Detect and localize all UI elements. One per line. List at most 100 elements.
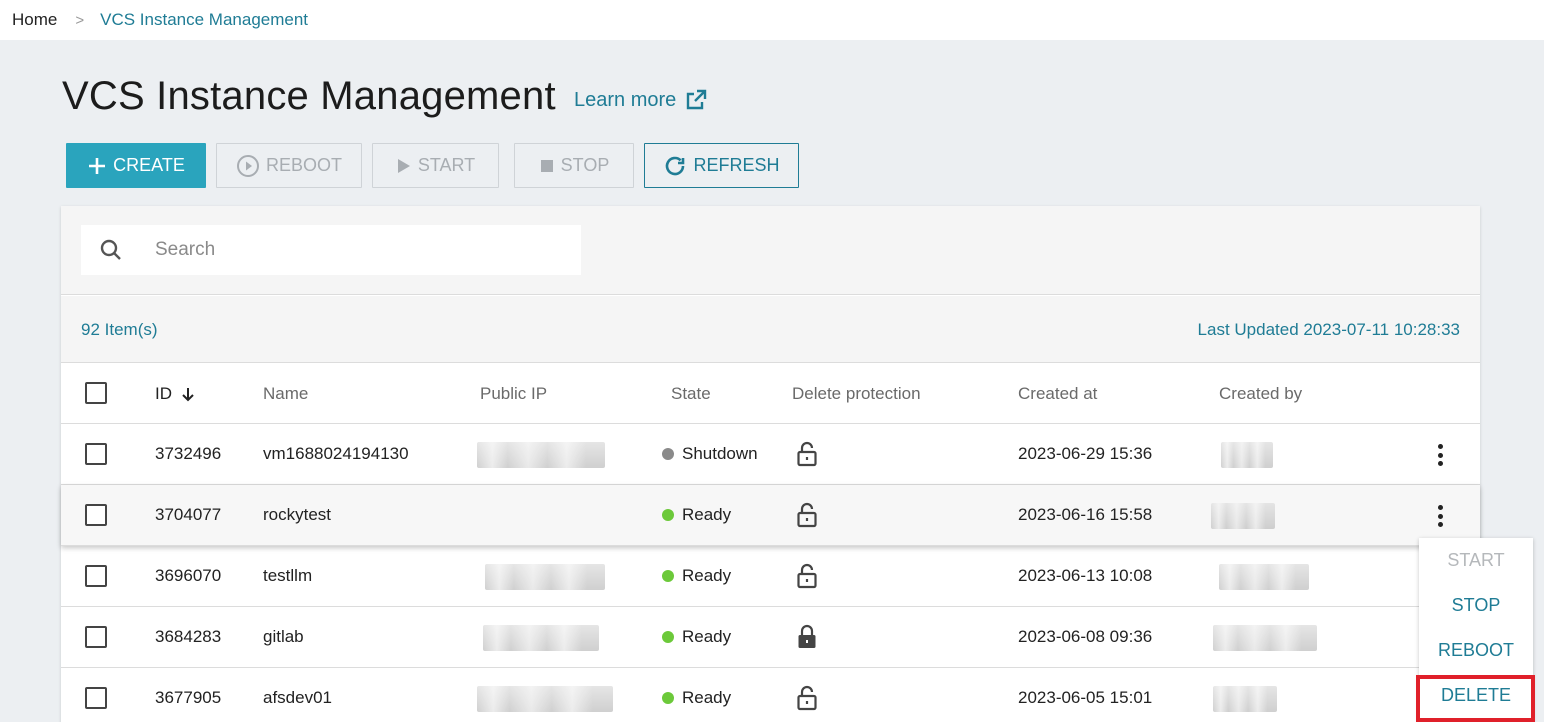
- redacted-created-by: [1213, 686, 1277, 712]
- unlocked-icon: [795, 562, 819, 595]
- row-name[interactable]: gitlab: [263, 627, 304, 647]
- search-box[interactable]: [81, 225, 581, 275]
- table-row[interactable]: 3677905 afsdev01 Ready 2023-06-05 15:01: [61, 668, 1480, 722]
- ready-status-icon: [662, 509, 674, 521]
- row-state-label: Ready: [682, 688, 732, 707]
- row-actions-kebab-icon[interactable]: [1433, 502, 1447, 530]
- learn-more-label: Learn more: [574, 88, 677, 111]
- row-id: 3704077: [155, 505, 222, 524]
- unlocked-icon: [795, 501, 819, 534]
- instance-table-panel: 92 Item(s) Last Updated 2023-07-11 10:28…: [61, 206, 1480, 722]
- column-id-sort[interactable]: ID: [155, 384, 196, 404]
- breadcrumb-separator: >: [75, 11, 85, 29]
- redacted-created-by: [1221, 442, 1273, 468]
- row-checkbox[interactable]: [85, 687, 107, 709]
- row-checkbox[interactable]: [85, 626, 107, 648]
- table-row[interactable]: 3704077 rockytest Ready 2023-06-16 15:58: [61, 485, 1480, 546]
- external-link-icon: [687, 89, 707, 110]
- redacted-created-by: [1211, 503, 1275, 529]
- delete-highlight-box: [1416, 675, 1535, 722]
- menu-item-stop[interactable]: STOP: [1419, 595, 1533, 616]
- row-created-at: 2023-06-13 10:08: [1018, 566, 1153, 585]
- row-state-label: Ready: [682, 627, 732, 646]
- search-bar: [61, 206, 1480, 295]
- search-icon: [81, 238, 141, 262]
- redacted-created-by: [1219, 564, 1309, 590]
- learn-more-link[interactable]: Learn more: [574, 88, 708, 112]
- menu-item-start[interactable]: START: [1419, 550, 1533, 571]
- unlocked-icon: [795, 440, 819, 473]
- refresh-button[interactable]: REFRESH: [644, 143, 799, 188]
- ready-status-icon: [662, 692, 674, 704]
- arrow-down-icon: [182, 388, 194, 402]
- row-state: Ready: [662, 688, 731, 708]
- create-button[interactable]: CREATE: [66, 143, 206, 188]
- column-state: State: [671, 384, 711, 403]
- row-state: Ready: [662, 627, 731, 647]
- breadcrumb: Home > VCS Instance Management: [0, 0, 1544, 40]
- stop-label: STOP: [560, 155, 610, 175]
- reboot-button[interactable]: REBOOT: [216, 143, 362, 188]
- start-button[interactable]: START: [372, 143, 499, 188]
- create-label: CREATE: [113, 155, 185, 175]
- column-delete-protection: Delete protection: [792, 384, 921, 403]
- row-name[interactable]: vm1688024194130: [263, 444, 409, 464]
- column-id: ID: [155, 384, 172, 403]
- redacted-public-ip: [485, 564, 605, 590]
- column-created-by: Created by: [1219, 384, 1303, 403]
- refresh-icon: [666, 156, 685, 175]
- play-icon: [397, 158, 410, 173]
- row-state-label: Shutdown: [682, 444, 758, 463]
- row-checkbox[interactable]: [85, 443, 107, 465]
- row-state: Ready: [662, 505, 731, 525]
- redacted-created-by: [1213, 625, 1317, 651]
- row-state-label: Ready: [682, 566, 732, 585]
- row-checkbox[interactable]: [85, 504, 107, 526]
- column-public-ip: Public IP: [480, 384, 548, 403]
- row-id: 3732496: [155, 444, 222, 463]
- table-info-bar: 92 Item(s) Last Updated 2023-07-11 10:28…: [61, 296, 1480, 363]
- row-name[interactable]: testllm: [263, 566, 312, 586]
- last-updated: Last Updated 2023-07-11 10:28:33: [1197, 320, 1460, 339]
- column-created-at: Created at: [1018, 384, 1098, 403]
- table-row[interactable]: 3684283 gitlab Ready 2023-06-08 09:36: [61, 607, 1480, 668]
- row-actions-kebab-icon[interactable]: [1433, 441, 1447, 469]
- row-state: Ready: [662, 566, 731, 586]
- row-id: 3677905: [155, 688, 222, 707]
- reboot-label: REBOOT: [265, 155, 342, 175]
- row-name[interactable]: rockytest: [263, 505, 331, 525]
- row-created-at: 2023-06-05 15:01: [1018, 688, 1153, 707]
- stop-icon: [540, 159, 553, 172]
- stop-button[interactable]: STOP: [514, 143, 634, 188]
- row-id: 3684283: [155, 627, 222, 646]
- play-circle-icon: [236, 154, 259, 177]
- ready-status-icon: [662, 631, 674, 643]
- table-row[interactable]: 3732496 vm1688024194130 Shutdown 2023-06…: [61, 424, 1480, 485]
- column-name: Name: [263, 384, 309, 403]
- row-id: 3696070: [155, 566, 222, 585]
- item-count: 92 Item(s): [81, 320, 158, 339]
- redacted-public-ip: [477, 442, 605, 468]
- select-all-checkbox[interactable]: [85, 382, 107, 404]
- locked-icon: [795, 623, 819, 656]
- table-row[interactable]: 3696070 testllm Ready 2023-06-13 10:08: [61, 546, 1480, 607]
- plus-icon: [89, 157, 106, 174]
- table-header: ID Name Public IP State Delete protectio…: [61, 364, 1480, 424]
- row-created-at: 2023-06-16 15:58: [1018, 505, 1153, 524]
- row-name[interactable]: afsdev01: [263, 688, 332, 708]
- row-state: Shutdown: [662, 444, 758, 464]
- search-input[interactable]: [155, 239, 575, 261]
- row-state-label: Ready: [682, 505, 732, 524]
- menu-item-reboot[interactable]: REBOOT: [1419, 640, 1533, 661]
- redacted-public-ip: [477, 686, 613, 712]
- breadcrumb-home[interactable]: Home: [12, 10, 57, 30]
- row-checkbox[interactable]: [85, 565, 107, 587]
- shutdown-status-icon: [662, 448, 674, 460]
- breadcrumb-current[interactable]: VCS Instance Management: [100, 10, 308, 30]
- unlocked-icon: [795, 684, 819, 717]
- row-created-at: 2023-06-08 09:36: [1018, 627, 1153, 646]
- start-label: START: [417, 155, 476, 175]
- row-created-at: 2023-06-29 15:36: [1018, 444, 1153, 463]
- redacted-public-ip: [483, 625, 599, 651]
- page-title: VCS Instance Management: [62, 74, 556, 118]
